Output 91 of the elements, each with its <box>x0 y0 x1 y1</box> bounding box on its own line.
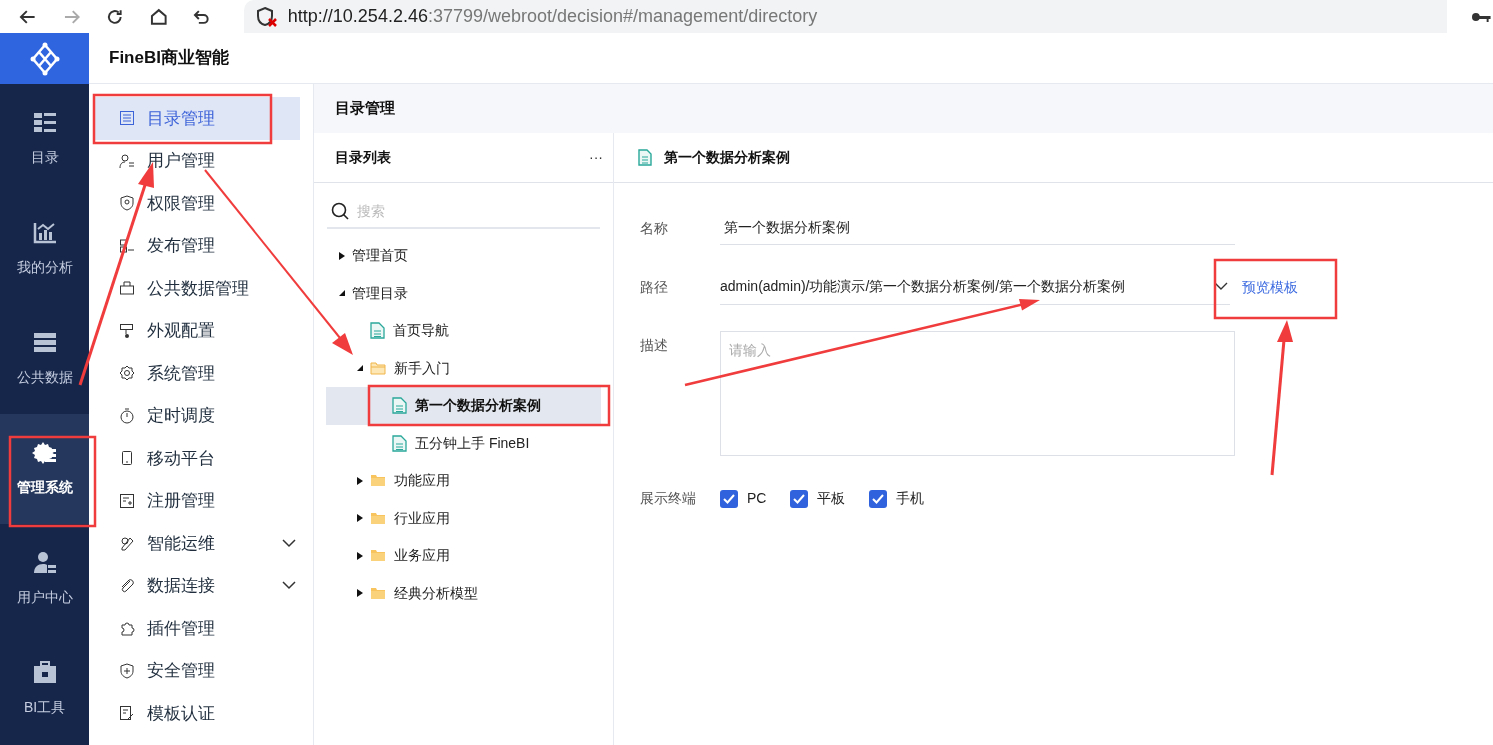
more-button[interactable]: ··· <box>589 147 603 168</box>
nav-icon <box>119 450 135 467</box>
nav-icon <box>119 110 135 127</box>
tree-item[interactable]: 行业应用 <box>326 499 601 537</box>
caret-right-icon[interactable] <box>338 251 346 260</box>
tree-item[interactable]: 业务应用 <box>326 537 601 575</box>
tree-item[interactable]: 第一个数据分析案例 <box>326 387 601 425</box>
home-icon[interactable] <box>148 6 169 27</box>
terminal-checkbox[interactable]: PC <box>720 488 767 509</box>
caret-right-icon[interactable] <box>356 551 364 560</box>
open-folder-icon <box>370 361 386 375</box>
nav-icon <box>119 365 135 382</box>
checkbox[interactable] <box>869 489 888 508</box>
nav-item[interactable]: 数据连接 <box>93 564 300 607</box>
nav-icon <box>119 237 135 254</box>
nav-item[interactable]: 移动平台 <box>93 437 300 480</box>
search-field[interactable]: 搜索 <box>357 200 557 222</box>
tree-item[interactable]: 功能应用 <box>326 462 601 500</box>
nav-icon <box>119 195 135 212</box>
name-field[interactable]: 第一个数据分析案例 <box>720 211 1235 245</box>
nav-item[interactable]: 模板认证 <box>93 692 300 735</box>
nav-icon <box>119 705 135 722</box>
nav-item[interactable]: 权限管理 <box>93 182 300 225</box>
check-icon <box>793 493 806 504</box>
nav-item[interactable]: 外观配置 <box>93 309 300 352</box>
nav-icon <box>119 535 135 552</box>
document-icon <box>392 434 407 452</box>
tree-item[interactable]: 管理目录 <box>326 274 601 312</box>
preview-link[interactable]: 预览模板 <box>1242 276 1298 298</box>
tree-item[interactable]: 首页导航 <box>326 312 601 350</box>
terminal-checkbox[interactable]: 手机 <box>869 488 925 509</box>
check-icon <box>872 493 885 504</box>
panel-title: 目录列表 <box>335 148 391 167</box>
chevron-down-icon <box>1214 282 1228 291</box>
checkbox[interactable] <box>790 489 809 508</box>
nav-item[interactable]: 注册管理 <box>93 479 300 522</box>
nav-icon <box>119 662 135 679</box>
nav-icon <box>119 280 135 297</box>
folder-icon <box>370 549 386 563</box>
nav-item[interactable]: 定时调度 <box>93 394 300 437</box>
terminal-checkbox[interactable]: 平板 <box>790 488 846 509</box>
document-icon <box>392 397 407 415</box>
tree-item[interactable]: 五分钟上手 FineBI <box>326 424 601 462</box>
tree-item[interactable]: 经典分析模型 <box>326 574 601 612</box>
document-icon <box>638 149 652 166</box>
nav-item[interactable]: 系统管理 <box>93 352 300 395</box>
caret-right-icon[interactable] <box>356 476 364 485</box>
nav-icon <box>119 152 135 169</box>
nav-icon <box>119 492 135 509</box>
nav-icon <box>119 577 135 594</box>
check-icon <box>723 493 735 504</box>
caret-right-icon[interactable] <box>356 589 364 598</box>
page-title: 目录管理 <box>335 98 395 119</box>
search-icon <box>331 202 349 220</box>
nav-item[interactable]: 目录管理 <box>93 97 300 140</box>
field-label: 描述 <box>640 336 669 355</box>
description-field[interactable]: 请输入 <box>720 331 1235 456</box>
tree-item[interactable]: 新手入门 <box>326 349 601 387</box>
caret-right-icon[interactable] <box>356 514 364 523</box>
field-label: 名称 <box>640 218 669 238</box>
rail-icon <box>31 660 58 685</box>
field-label: 展示终端 <box>640 489 697 508</box>
url-text: http://10.254.2.46:37799/webroot/decision#/management/directory <box>287 5 818 28</box>
folder-icon <box>370 511 386 525</box>
folder-icon <box>370 586 386 600</box>
app-title: FineBI商业智能 <box>109 47 229 70</box>
rail-item[interactable]: 管理系统 <box>0 414 89 524</box>
tree-item[interactable]: 管理首页 <box>326 237 601 275</box>
checkbox[interactable] <box>720 489 738 508</box>
rail-icon <box>31 440 58 465</box>
detail-title: 第一个数据分析案例 <box>664 148 790 167</box>
nav-icon <box>119 407 135 424</box>
address-bar[interactable]: http://10.254.2.46:37799/webroot/decision#/management/directory <box>243 0 1448 33</box>
nav-item[interactable]: 安全管理 <box>93 649 300 692</box>
rail-icon <box>31 330 58 355</box>
field-label: 路径 <box>640 277 669 297</box>
nav-item[interactable]: 用户管理 <box>93 139 300 182</box>
document-icon <box>370 322 385 340</box>
nav-icon <box>119 322 135 339</box>
nav-item[interactable]: 发布管理 <box>93 224 300 267</box>
rail-icon <box>31 110 58 135</box>
folder-icon <box>370 474 386 488</box>
nav-item[interactable]: 公共数据管理 <box>93 267 300 310</box>
rail-icon <box>31 550 58 575</box>
rail-icon <box>31 220 58 245</box>
nav-item[interactable]: 智能运维 <box>93 522 300 565</box>
nav-icon <box>119 620 135 637</box>
caret-down-icon[interactable] <box>338 289 346 298</box>
nav-item[interactable]: 插件管理 <box>93 607 300 650</box>
caret-down-icon[interactable] <box>356 364 364 373</box>
shield-warning-icon[interactable] <box>255 5 278 28</box>
